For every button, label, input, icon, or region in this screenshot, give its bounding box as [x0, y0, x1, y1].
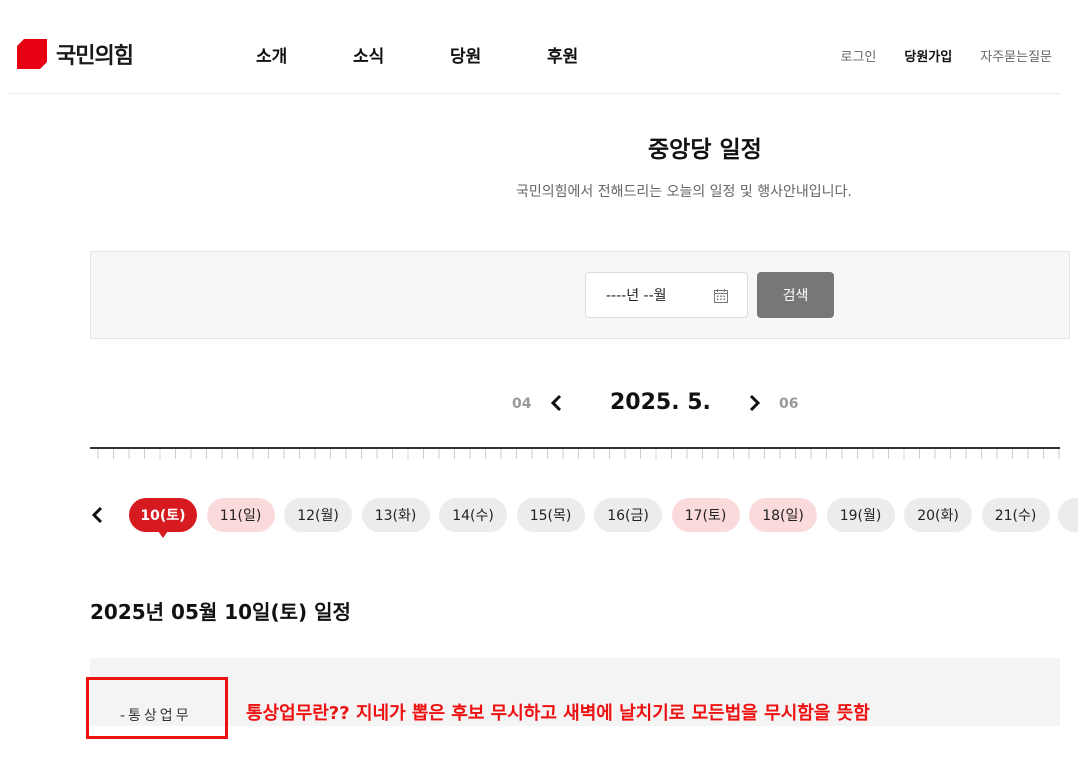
logo-text: 국민의힘 [56, 44, 134, 69]
day-chip[interactable]: 20(화) [904, 498, 972, 532]
page-title: 중앙당 일정 [648, 137, 762, 163]
day-chip-overflow [1058, 498, 1078, 532]
utility-nav: 로그인 당원가입 자주묻는질문 [841, 46, 1053, 65]
current-month: 2025. 5. [610, 390, 711, 415]
main-nav: 소개 소식 당원 후원 [256, 42, 644, 67]
page-subtitle: 국민의힘에서 전해드리는 오늘의 일정 및 행사안내입니다. [516, 184, 852, 200]
ruler-ticks [97, 449, 1060, 459]
month-picker-placeholder: ----년 --월 [606, 288, 667, 304]
nav-item-members[interactable]: 당원 [450, 42, 547, 67]
day-chip[interactable]: 16(금) [594, 498, 662, 532]
highlight-box [86, 677, 228, 739]
faq-link[interactable]: 자주묻는질문 [980, 46, 1052, 65]
day-chip[interactable]: 19(월) [826, 498, 895, 532]
day-chip[interactable]: 17(토) [671, 498, 740, 532]
calendar-icon[interactable] [713, 288, 729, 304]
schedule-heading: 2025년 05월 10일(토) 일정 [90, 600, 351, 624]
nav-item-donate[interactable]: 후원 [547, 42, 644, 67]
month-navigation: 04 2025. 5. 06 [0, 386, 1078, 420]
nav-item-about[interactable]: 소개 [256, 42, 353, 67]
day-chip[interactable]: 11(일) [206, 498, 275, 532]
day-chip[interactable]: 14(수) [439, 498, 507, 532]
timeline-ruler [90, 447, 1060, 459]
day-selector: 10(토) 11(일) 12(월) 13(화) 14(수) 15(목) 16(금) 17(토)… [0, 498, 1078, 540]
search-panel: ----년 --월 검색 [90, 251, 1070, 339]
join-link[interactable]: 당원가입 [904, 46, 952, 65]
day-chip[interactable]: 18(일) [749, 498, 817, 532]
day-chip[interactable]: 10(토) [129, 498, 197, 538]
search-button[interactable]: 검색 [757, 272, 834, 318]
day-chip[interactable]: 15(목) [516, 498, 585, 532]
month-picker-input[interactable]: ----년 --월 [585, 272, 748, 318]
day-chip[interactable]: 12(월) [284, 498, 352, 532]
site-header: 국민의힘 소개 소식 당원 후원 로그인 당원가입 자주묻는질문 [8, 0, 1060, 94]
logo[interactable]: 국민의힘 [16, 38, 134, 70]
prev-month-label[interactable]: 04 [512, 396, 531, 412]
annotation-text: 통상업무란?? 지네가 뽑은 후보 무시하고 새벽에 날치기로 모든법을 무시함… [246, 703, 870, 724]
next-month-label[interactable]: 06 [779, 396, 798, 412]
day-chip[interactable]: 13(화) [361, 498, 430, 532]
nav-item-news[interactable]: 소식 [353, 42, 450, 67]
day-chip[interactable]: 21(수) [981, 498, 1050, 532]
chevron-left-icon[interactable] [548, 394, 564, 412]
chevron-left-icon[interactable] [88, 505, 106, 525]
logo-mark-icon [17, 39, 47, 69]
login-link[interactable]: 로그인 [841, 46, 877, 65]
chevron-right-icon[interactable] [747, 394, 763, 412]
